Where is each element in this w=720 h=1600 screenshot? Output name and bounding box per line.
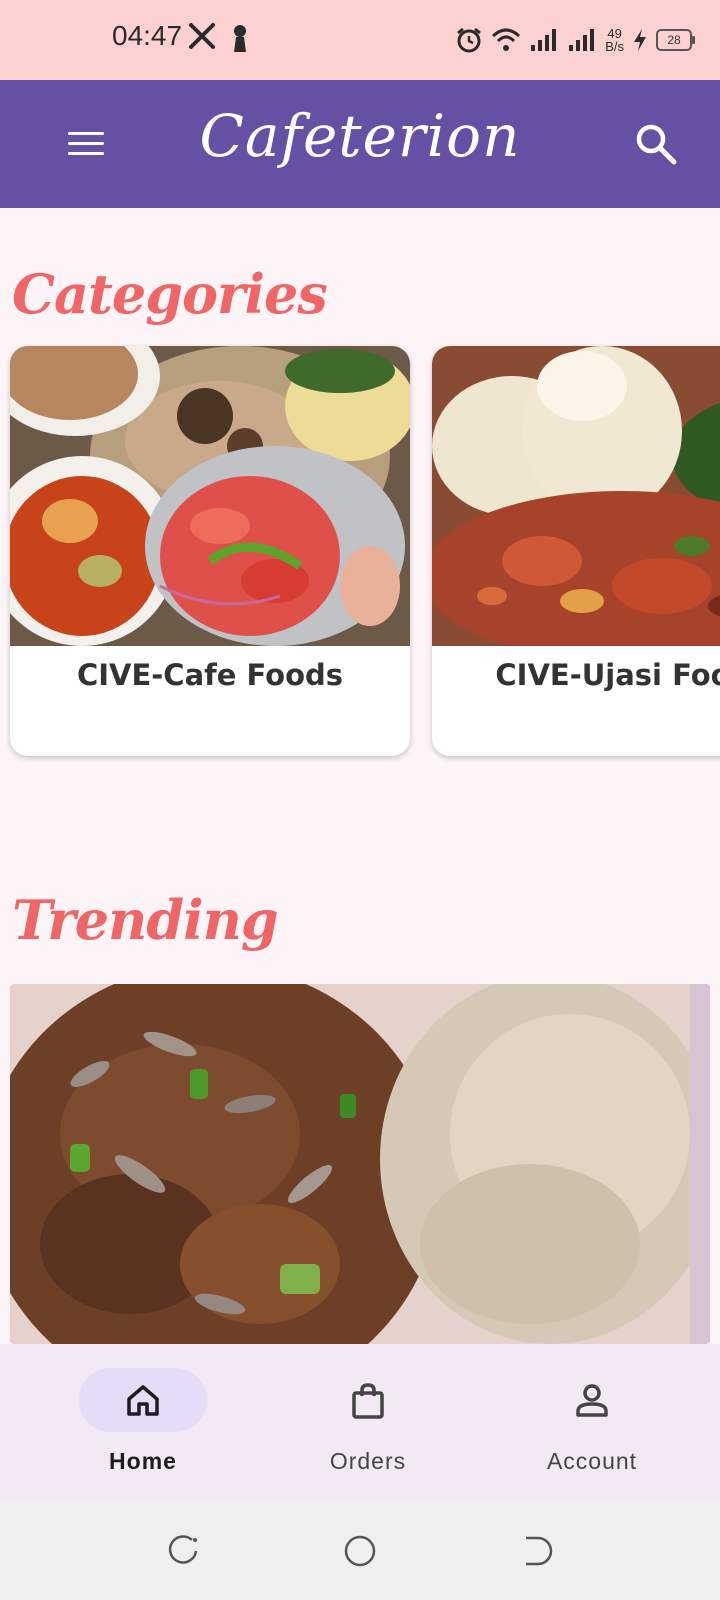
back-icon[interactable] [520, 1534, 554, 1568]
signal-icon [569, 29, 595, 51]
nav-item-orders[interactable]: Orders [268, 1368, 468, 1478]
battery-level: 28 [667, 33, 681, 47]
fried-fish-ugali-photo[interactable] [10, 984, 710, 1344]
network-speed-unit: B/s [605, 39, 624, 54]
nav-label-account: Account [546, 1448, 638, 1474]
nav-item-home[interactable]: Home [43, 1368, 243, 1478]
alarm-icon [457, 27, 482, 53]
ugali-stew-plate-photo [432, 346, 720, 646]
battery-icon: 28 [656, 29, 695, 51]
category-label: CIVE-Ujasi Foods [495, 658, 720, 692]
status-icons: 49 B/s 28 [455, 24, 695, 56]
category-card[interactable]: CIVE-Cafe Foods [10, 346, 410, 756]
home-icon [127, 1385, 159, 1416]
wifi-icon [492, 28, 521, 51]
categories-heading: Categories [12, 262, 328, 326]
status-bar: 04:47 49 B/s 28 [0, 0, 720, 80]
trending-heading: Trending [12, 888, 279, 952]
categories-carousel[interactable]: CIVE-Cafe Foods CIVE-Ujasi Foods [0, 344, 720, 764]
shopping-bag-icon [352, 1383, 384, 1419]
app-title: Cafeterion [199, 102, 521, 170]
bottom-navigation: Home Orders Account [0, 1344, 720, 1500]
nav-item-account[interactable]: Account [492, 1368, 692, 1478]
home-circle-icon[interactable] [343, 1534, 377, 1568]
recent-apps-icon[interactable] [166, 1534, 200, 1568]
network-speed: 49 B/s [605, 27, 624, 53]
pilau-rice-plate-photo [10, 346, 410, 646]
system-navigation-bar [0, 1500, 720, 1600]
x-logo-icon [189, 23, 215, 49]
nav-label-orders: Orders [329, 1448, 407, 1474]
person-icon [234, 25, 246, 52]
charging-icon [634, 29, 646, 51]
category-card[interactable]: CIVE-Ujasi Foods [432, 346, 720, 756]
nav-label-home: Home [109, 1448, 177, 1474]
status-time: 04:47 [112, 20, 183, 51]
category-label: CIVE-Cafe Foods [76, 658, 344, 692]
search-icon[interactable] [632, 120, 680, 168]
account-icon [576, 1384, 608, 1417]
signal-icon [531, 29, 557, 51]
app-bar: Cafeterion [0, 80, 720, 208]
